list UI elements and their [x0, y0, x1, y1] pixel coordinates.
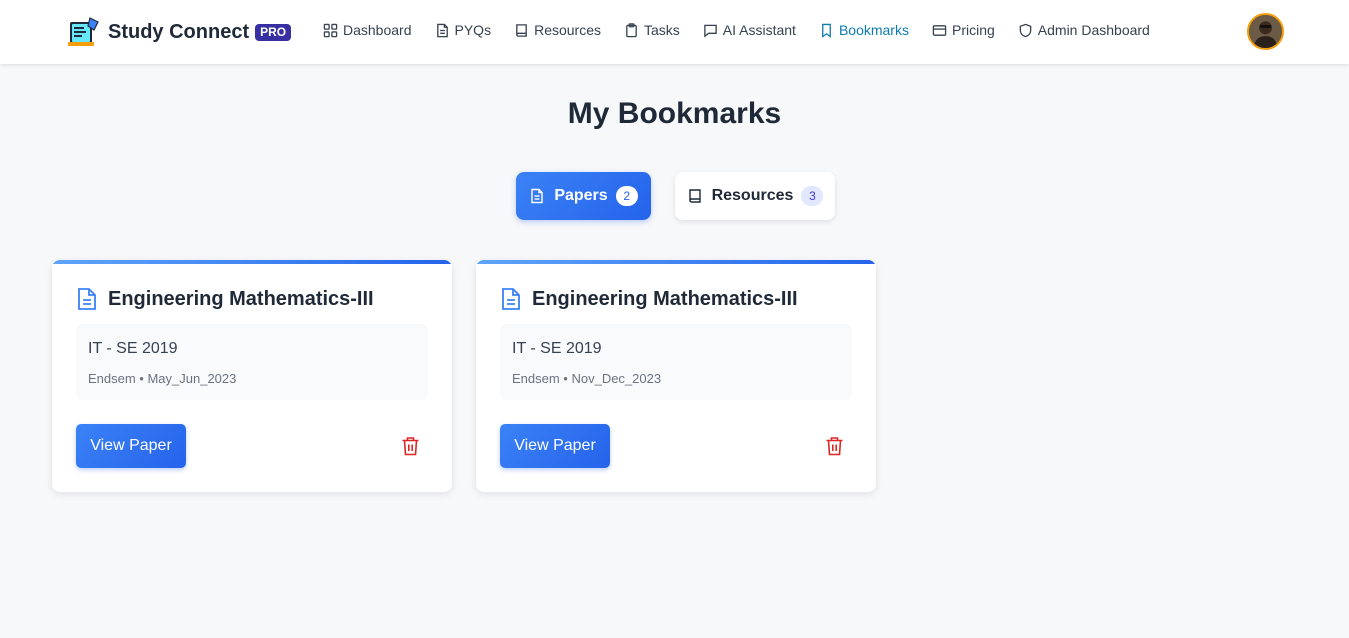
tab-papers-count: 2 [615, 186, 638, 206]
shield-icon [1019, 23, 1032, 37]
credit-card-icon [932, 24, 947, 36]
avatar-image [1249, 15, 1282, 48]
nav-label-bookmarks: Bookmarks [838, 22, 909, 38]
tab-papers-label: Papers [554, 187, 608, 204]
card-accent-bar [476, 260, 876, 264]
book-icon [688, 189, 701, 203]
nav-item-admin-dashboard[interactable]: Admin Dashboard [1018, 22, 1150, 38]
nav-item-dashboard[interactable]: Dashboard [323, 22, 412, 38]
navbar: Study Connect PRO Dashboard PYQs Resourc… [0, 0, 1349, 64]
nav-item-tasks[interactable]: Tasks [624, 22, 680, 38]
view-paper-button[interactable]: View Paper [500, 424, 610, 468]
tab-resources-label: Resources [711, 187, 794, 204]
delete-bookmark-button[interactable] [399, 435, 421, 457]
nav-item-pyqs[interactable]: PYQs [435, 22, 492, 38]
nav-item-pricing[interactable]: Pricing [932, 22, 995, 38]
book-icon [516, 23, 527, 37]
nav-label-admin-dashboard: Admin Dashboard [1037, 22, 1150, 38]
nav-item-ai-assistant[interactable]: AI Assistant [703, 22, 796, 38]
nav-links: Dashboard PYQs Resources Tasks AI Assist… [323, 22, 1173, 38]
card-info: IT - SE 2019 Endsem • May_Jun_2023 [76, 324, 428, 400]
nav-label-resources: Resources [534, 22, 601, 38]
nav-label-dashboard: Dashboard [343, 22, 412, 38]
tab-resources[interactable]: Resources 3 [675, 172, 835, 220]
brand-link[interactable]: Study Connect PRO [68, 16, 292, 48]
card-title: Engineering Mathematics-III [532, 287, 798, 310]
nav-label-ai-assistant: AI Assistant [722, 22, 796, 38]
card-header: Engineering Mathematics-III [76, 287, 374, 311]
card-subtitle: IT - SE 2019 [512, 340, 602, 357]
tab-papers[interactable]: Papers 2 [516, 172, 651, 220]
document-icon [502, 288, 520, 310]
file-text-icon [436, 23, 448, 37]
card-meta: Endsem • May_Jun_2023 [88, 371, 237, 386]
file-text-icon [531, 188, 544, 204]
tab-resources-count: 3 [801, 186, 824, 206]
user-avatar[interactable] [1247, 13, 1284, 50]
bookmark-card: Engineering Mathematics-III IT - SE 2019… [52, 260, 452, 492]
card-info: IT - SE 2019 Endsem • Nov_Dec_2023 [500, 324, 852, 400]
message-icon [704, 24, 717, 37]
nav-label-pyqs: PYQs [454, 22, 492, 38]
page-title: My Bookmarks [567, 97, 782, 130]
trash-icon [402, 437, 418, 456]
brand-logo-icon [68, 17, 99, 46]
nav-label-pricing: Pricing [951, 22, 995, 38]
view-paper-button[interactable]: View Paper [76, 424, 186, 468]
bookmark-card: Engineering Mathematics-III IT - SE 2019… [476, 260, 876, 492]
card-accent-bar [52, 260, 452, 264]
pro-badge: PRO [255, 23, 292, 41]
nav-item-resources[interactable]: Resources [514, 22, 601, 38]
document-icon [78, 288, 96, 310]
card-subtitle: IT - SE 2019 [88, 340, 178, 357]
grid-icon [323, 23, 338, 37]
delete-bookmark-button[interactable] [823, 435, 845, 457]
nav-item-bookmarks[interactable]: Bookmarks [819, 22, 909, 38]
card-meta: Endsem • Nov_Dec_2023 [512, 371, 662, 386]
bookmark-icon [822, 23, 831, 38]
brand-name: Study Connect [108, 20, 250, 43]
clipboard-icon [626, 22, 637, 37]
nav-label-tasks: Tasks [644, 22, 680, 38]
card-title: Engineering Mathematics-III [108, 287, 374, 310]
trash-icon [826, 437, 842, 456]
card-header: Engineering Mathematics-III [500, 287, 798, 311]
